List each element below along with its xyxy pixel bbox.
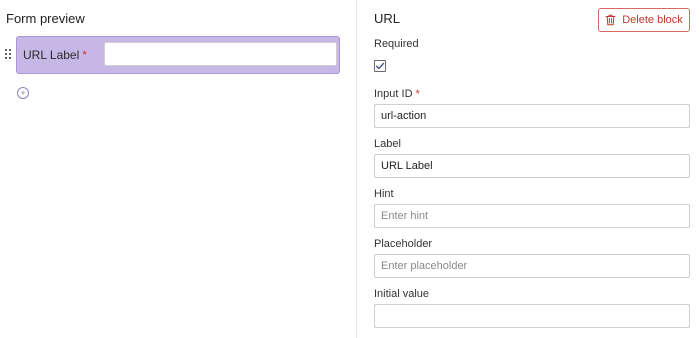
block-settings-pane: URL Delete block Required Input ID * url-… — [358, 0, 700, 338]
preview-url-label: URL Label * — [23, 48, 87, 62]
input-id-field[interactable]: url-action — [374, 104, 690, 128]
placeholder-label: Placeholder — [374, 238, 433, 250]
placeholder-field[interactable]: Enter placeholder — [374, 254, 690, 278]
form-preview-pane: Form preview URL Label * + — [0, 0, 357, 338]
check-icon — [375, 62, 385, 70]
block-type-title: URL — [374, 11, 401, 26]
add-block-button[interactable]: + — [17, 87, 29, 99]
hint-field[interactable]: Enter hint — [374, 204, 690, 228]
form-preview-title: Form preview — [6, 11, 85, 26]
drag-handle-icon[interactable] — [5, 49, 13, 61]
preview-url-block[interactable]: URL Label * — [16, 36, 340, 74]
preview-url-input[interactable] — [104, 42, 337, 66]
label-field[interactable]: URL Label — [374, 154, 690, 178]
delete-block-label: Delete block — [622, 14, 683, 26]
required-label: Required — [374, 38, 419, 50]
delete-block-button[interactable]: Delete block — [598, 8, 690, 32]
hint-label: Hint — [374, 188, 394, 200]
initial-value-label: Initial value — [374, 288, 430, 300]
input-id-label: Input ID * — [374, 88, 420, 100]
add-circle-icon: + — [20, 87, 26, 98]
trash-icon — [605, 14, 616, 26]
initial-value-field[interactable] — [374, 304, 690, 328]
label-field-label: Label — [374, 138, 401, 150]
required-star: * — [415, 88, 420, 100]
required-checkbox[interactable] — [374, 60, 386, 72]
required-star: * — [82, 48, 87, 62]
